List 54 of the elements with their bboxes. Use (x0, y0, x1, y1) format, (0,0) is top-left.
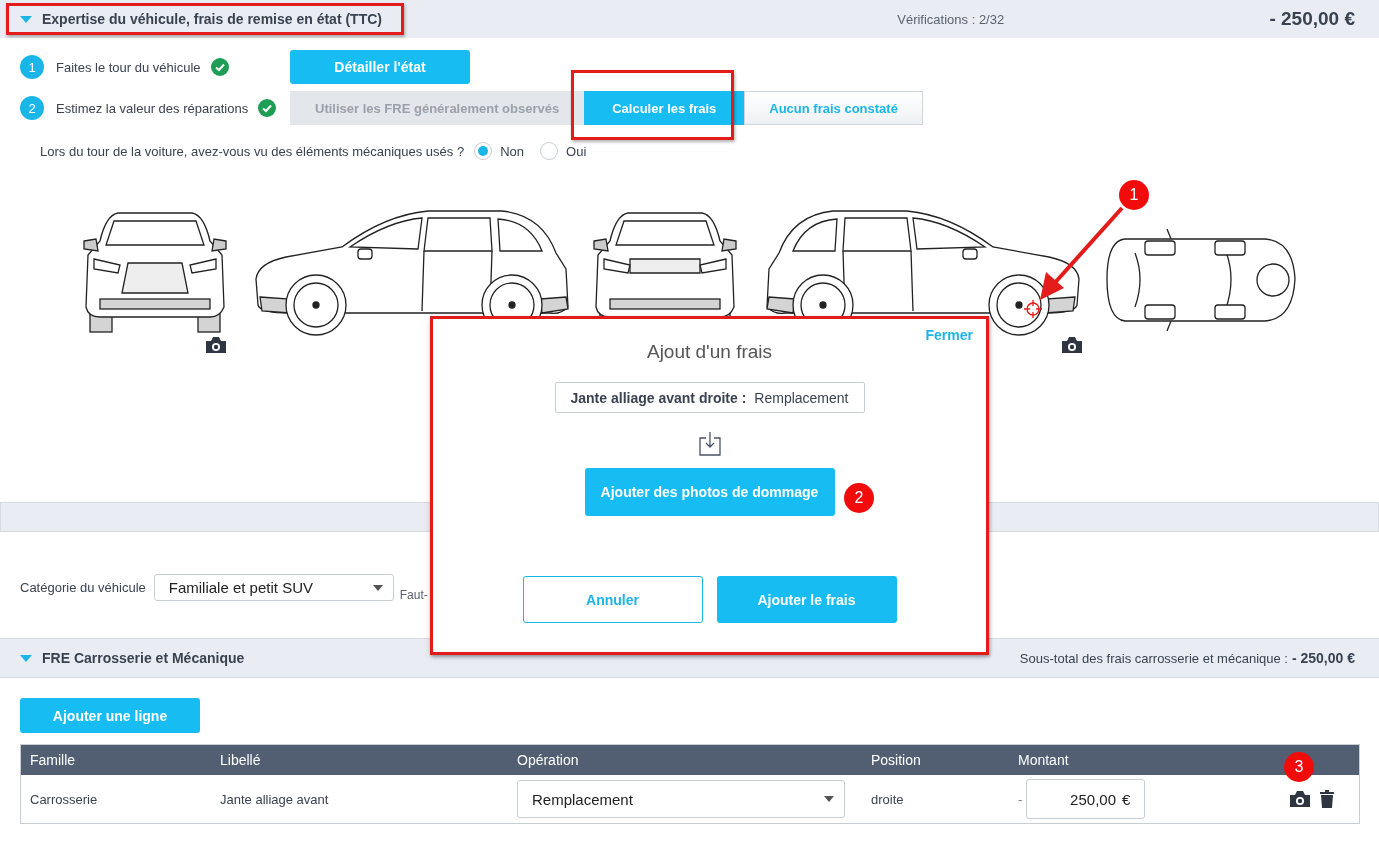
table-cell-text: droite (871, 791, 905, 807)
table-cell-text: Carrosserie (30, 791, 99, 807)
step-number: 2 (20, 96, 44, 120)
trash-icon[interactable] (1320, 790, 1334, 808)
radio-button[interactable] (474, 142, 493, 160)
section-title: FRE Carrosserie et Mécanique (42, 650, 245, 666)
column-header: Libellé (220, 752, 262, 768)
column-header: Famille (30, 752, 77, 768)
total-amount: - 250,00 € (1269, 8, 1355, 30)
dialog-title: Ajout d'un frais (646, 341, 773, 363)
step-badge: 3 (1284, 752, 1314, 782)
category-label: Catégorie du véhicule (20, 580, 146, 595)
caret-icon (372, 584, 383, 591)
column-header: Opération (517, 752, 580, 768)
camera-icon[interactable] (1062, 337, 1082, 353)
upload-icon (698, 432, 721, 456)
subtotal-amount: - 250,00 € (1291, 650, 1355, 666)
caret-icon (824, 796, 834, 802)
field-label: Faut- (399, 587, 428, 602)
item-label: Jante alliage avant droite : (570, 389, 747, 406)
check-icon (258, 99, 277, 117)
close-link[interactable]: Fermer (925, 327, 973, 343)
operation-select[interactable]: Remplacement (517, 780, 845, 818)
amount-field[interactable]: 250,00 € (1026, 779, 1146, 819)
step-badge: 1 (1119, 180, 1149, 210)
table-cell-text: Jante alliage avant (220, 791, 330, 807)
amount-sign: - (1018, 791, 1023, 807)
category-select[interactable]: Familiale et petit SUV (153, 574, 394, 601)
add-line-button[interactable]: Ajouter une ligne (20, 698, 200, 733)
cancel-button[interactable]: Annuler (522, 576, 703, 623)
target-marker-icon[interactable] (1023, 299, 1043, 319)
add-fee-button[interactable]: Ajouter le frais (716, 576, 897, 623)
estimate-option-button[interactable]: Calculer les frais (584, 91, 745, 125)
collapse-toggle-icon[interactable] (20, 15, 32, 23)
camera-icon[interactable] (1290, 791, 1310, 807)
question-text: Lors du tour de la voiture, avez-vous vu des éléments mécaniques usés ? (40, 143, 465, 159)
item-value: Remplacement (754, 389, 849, 406)
subtotal-label: Sous-total des frais carrosserie et mécanique : (1018, 650, 1288, 666)
detail-button[interactable]: Détailler l'état (290, 50, 470, 84)
collapse-toggle-icon[interactable] (20, 654, 32, 662)
column-header: Montant (1018, 752, 1070, 768)
camera-icon[interactable] (206, 337, 226, 353)
add-photos-button[interactable]: Ajouter des photos de dommage (584, 468, 835, 516)
column-header: Position (871, 752, 922, 768)
radio-label: Oui (566, 143, 587, 159)
verifications-count: Vérifications : 2/32 (896, 11, 1006, 27)
section-title: Expertise du véhicule, frais de remise en état (TTC) (42, 11, 382, 27)
check-icon (210, 58, 229, 76)
step-label: Estimez la valeur des réparations (56, 100, 249, 116)
step-number: 1 (20, 55, 44, 79)
radio-button[interactable] (540, 142, 559, 160)
estimate-option-button[interactable]: Aucun frais constaté (744, 91, 923, 125)
step-label: Faites le tour du véhicule (56, 59, 201, 75)
radio-label: Non (500, 143, 525, 159)
